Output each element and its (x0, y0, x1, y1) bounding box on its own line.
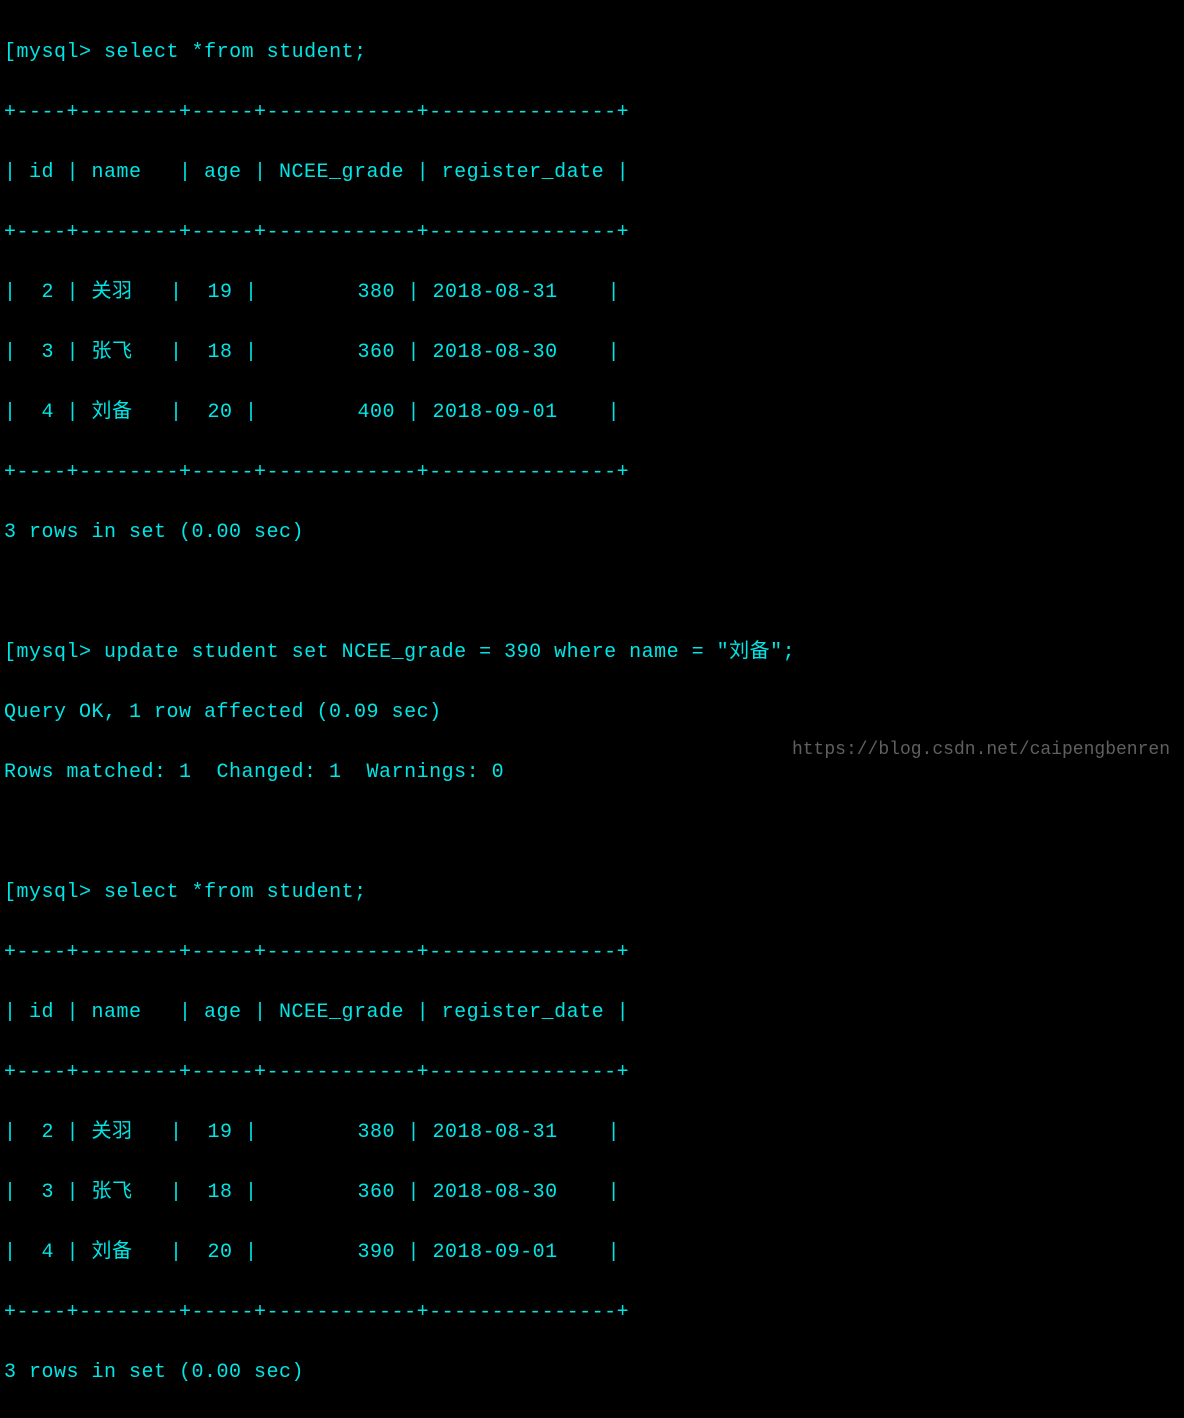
table1-border-top: +----+--------+-----+------------+------… (4, 98, 1180, 128)
bracket-icon: [ (4, 41, 17, 64)
query3-footer: 3 rows in set (0.00 sec) (4, 1358, 1180, 1388)
prompt: mysql> (17, 881, 92, 904)
table1-border-bot: +----+--------+-----+------------+------… (4, 458, 1180, 488)
table1-border-mid: +----+--------+-----+------------+------… (4, 218, 1180, 248)
query3-line: [mysql> select *from student; (4, 878, 1180, 908)
query1-line: [mysql> select *from student; (4, 38, 1180, 68)
query2-command: update student set NCEE_grade = 390 wher… (104, 641, 795, 664)
table-row: | 3 | 张飞 | 18 | 360 | 2018-08-30 | (4, 338, 1180, 368)
bracket-icon: [ (4, 881, 17, 904)
blank-line (4, 818, 1180, 848)
table1-header: | id | name | age | NCEE_grade | registe… (4, 158, 1180, 188)
terminal-output[interactable]: [mysql> select *from student; +----+----… (4, 8, 1180, 1418)
watermark-text: https://blog.csdn.net/caipengbenren (792, 737, 1170, 764)
query2-line: [mysql> update student set NCEE_grade = … (4, 638, 1180, 668)
bracket-icon: [ (4, 641, 17, 664)
table-row: | 2 | 关羽 | 19 | 380 | 2018-08-31 | (4, 278, 1180, 308)
table2-border-bot: +----+--------+-----+------------+------… (4, 1298, 1180, 1328)
prompt: mysql> (17, 41, 92, 64)
table2-header: | id | name | age | NCEE_grade | registe… (4, 998, 1180, 1028)
query1-command: select *from student; (104, 41, 367, 64)
table-row: | 2 | 关羽 | 19 | 380 | 2018-08-31 | (4, 1118, 1180, 1148)
query1-footer: 3 rows in set (0.00 sec) (4, 518, 1180, 548)
query2-result1: Query OK, 1 row affected (0.09 sec) (4, 698, 1180, 728)
table-row: | 4 | 刘备 | 20 | 400 | 2018-09-01 | (4, 398, 1180, 428)
blank-line (4, 578, 1180, 608)
table-row: | 4 | 刘备 | 20 | 390 | 2018-09-01 | (4, 1238, 1180, 1268)
table2-border-mid: +----+--------+-----+------------+------… (4, 1058, 1180, 1088)
table-row: | 3 | 张飞 | 18 | 360 | 2018-08-30 | (4, 1178, 1180, 1208)
prompt: mysql> (17, 641, 92, 664)
query3-command: select *from student; (104, 881, 367, 904)
table2-border-top: +----+--------+-----+------------+------… (4, 938, 1180, 968)
